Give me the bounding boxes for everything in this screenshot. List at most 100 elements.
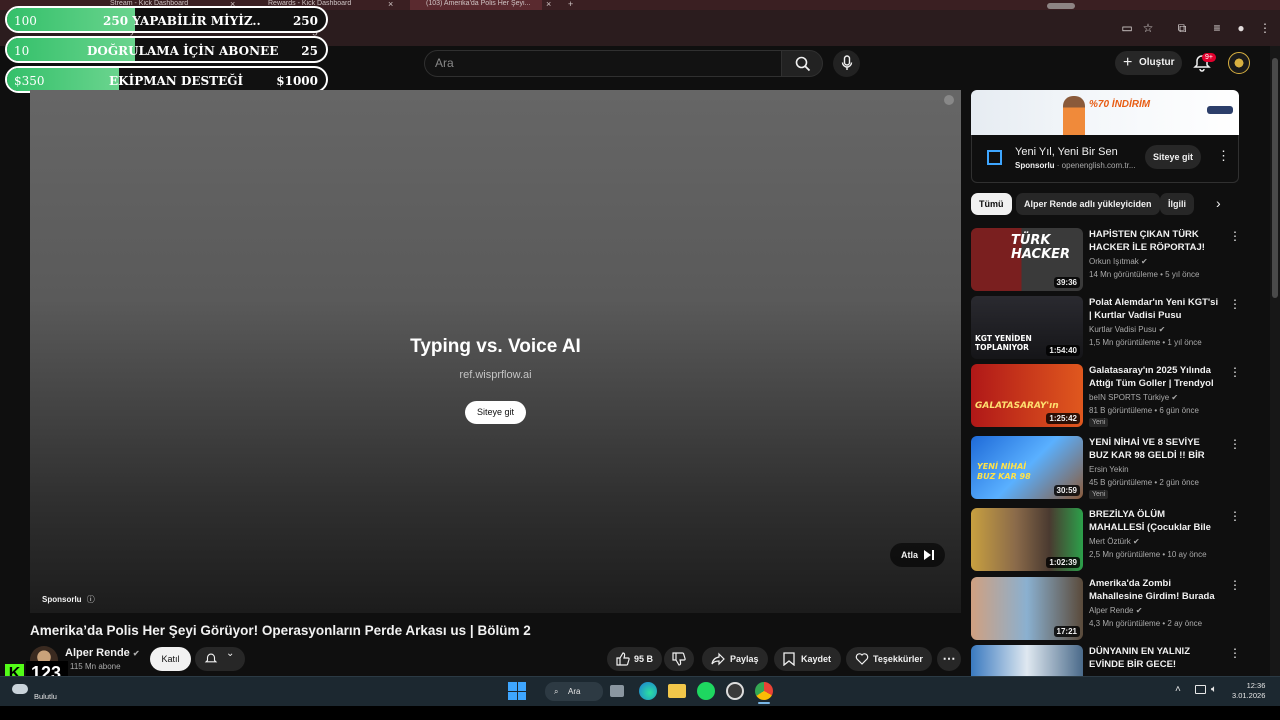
recommendation-item[interactable]: GALATASARAY'ın 1:25:42 Galatasaray'ın 20… — [971, 364, 1241, 430]
thanks-button[interactable]: Teşekkürler — [846, 647, 932, 671]
video-duration: 39:36 — [1053, 277, 1080, 288]
video-thumbnail[interactable]: TÜRK HACKER 39:36 — [971, 228, 1083, 291]
skip-ad-button[interactable]: Atla — [890, 543, 945, 567]
channel-name[interactable]: Alper Rende ✔ — [65, 647, 140, 659]
video-title[interactable]: DÜNYANIN EN YALNIZ EVİNDE BİR GECE! — [1089, 645, 1221, 671]
tab-youtube-video[interactable]: (103) Amerika'da Polis Her Şeyi... — [410, 0, 542, 10]
microphone-icon — [841, 55, 853, 70]
recommendation-item[interactable]: YENİ NİHAİ BUZ KAR 98 30:59 YENİ NİHAİ V… — [971, 436, 1241, 502]
edge-browser-icon[interactable] — [639, 682, 657, 700]
verified-icon: ✔ — [1135, 606, 1143, 615]
video-player[interactable]: Typing vs. Voice AI ref.wisprflow.ai Sit… — [30, 90, 961, 613]
chrome-icon[interactable] — [755, 682, 773, 700]
recommendation-item[interactable]: 1:02:39 BREZİLYA ÖLÜM MAHALLESİ (Çocukla… — [971, 508, 1241, 574]
recommendation-item[interactable]: 17:21 Amerika'da Zombi Mahallesine Girdi… — [971, 577, 1241, 643]
recommendation-item[interactable]: DÜNYANIN EN YALNIZ EVİNDE BİR GECE! ⋮ — [971, 645, 1239, 676]
more-vertical-icon[interactable]: ⋮ — [1229, 297, 1241, 311]
subscription-bell-button[interactable]: ⌄ — [195, 647, 245, 671]
video-thumbnail[interactable]: KGT YENİDEN TOPLANIYOR 1:54:40 — [971, 296, 1083, 359]
video-title[interactable]: Galatasaray'ın 2025 Yılında Attığı Tüm G… — [1089, 364, 1221, 391]
skip-label: Atla — [901, 550, 919, 560]
video-title: Amerika’da Polis Her Şeyi Görüyor! Opera… — [30, 623, 531, 638]
video-thumbnail[interactable] — [971, 645, 1083, 676]
bookmark-star-icon[interactable]: ☆ — [1141, 21, 1155, 35]
cast-icon[interactable]: ▭ — [1120, 21, 1134, 35]
video-title[interactable]: Amerika'da Zombi Mahallesine Girdim! Bur… — [1089, 577, 1221, 604]
tab-scroll-indicator — [1047, 3, 1075, 9]
video-title[interactable]: YENİ NİHAİ VE 8 SEVİYE BUZ KAR 98 GELDİ … — [1089, 436, 1221, 463]
ad-banner-logo — [1207, 106, 1233, 114]
video-thumbnail[interactable]: YENİ NİHAİ BUZ KAR 98 30:59 — [971, 436, 1083, 499]
file-explorer-icon[interactable] — [668, 684, 686, 698]
task-view-icon[interactable] — [610, 685, 624, 697]
chevron-up-icon[interactable]: ˄ — [1175, 684, 1181, 695]
video-thumbnail[interactable]: GALATASARAY'ın 1:25:42 — [971, 364, 1083, 427]
sidebar-ad-card[interactable]: Yeni Yıl, Yeni Bir Sen Sponsorlu · opene… — [971, 135, 1239, 183]
search-input[interactable]: Ara — [424, 50, 782, 77]
browser-menu-icon[interactable]: ⋮ — [1258, 21, 1272, 35]
thumbnail-text: KGT YENİDEN TOPLANIYOR — [975, 334, 1032, 352]
loading-spinner-icon — [944, 95, 954, 105]
channel-name[interactable]: Kurtlar Vadisi Pusu ✔ — [1089, 325, 1165, 334]
ad-headline: Typing vs. Voice AI — [410, 336, 581, 357]
tab-search-icon[interactable]: ≡ — [1210, 21, 1224, 35]
obs-icon[interactable] — [726, 682, 744, 700]
close-icon[interactable]: × — [546, 0, 551, 9]
video-meta: 1,5 Mn görüntüleme • 1 yıl önce — [1089, 338, 1202, 347]
windows-start-icon[interactable] — [508, 682, 526, 700]
thanks-heart-icon — [855, 653, 869, 665]
profile-icon[interactable]: ● — [1234, 21, 1248, 35]
video-duration: 1:54:40 — [1046, 345, 1080, 356]
scrollbar-thumb[interactable] — [1272, 58, 1278, 298]
extensions-icon[interactable]: ⧉ — [1175, 21, 1189, 35]
video-duration: 30:59 — [1053, 485, 1080, 496]
channel-name[interactable]: Mert Öztürk ✔ — [1089, 537, 1140, 546]
spotify-icon[interactable] — [697, 682, 715, 700]
share-button[interactable]: Paylaş — [702, 647, 768, 671]
more-vertical-icon[interactable]: ⋮ — [1229, 365, 1241, 379]
more-vertical-icon[interactable]: ⋮ — [1229, 509, 1241, 523]
channel-name[interactable]: Orkun Işıtmak ✔ — [1089, 257, 1148, 266]
chip-related[interactable]: İlgili — [1160, 193, 1194, 215]
video-title[interactable]: BREZİLYA ÖLÜM MAHALLESİ (Çocuklar Bile S… — [1089, 508, 1221, 535]
volume-icon[interactable]: 🔈︎ — [1211, 684, 1217, 695]
more-vertical-icon[interactable]: ⋮ — [1229, 646, 1239, 660]
voice-search-button[interactable] — [833, 50, 860, 77]
video-thumbnail[interactable]: 1:02:39 — [971, 508, 1083, 571]
video-title[interactable]: Polat Alemdar'ın Yeni KGT'si | Kurtlar V… — [1089, 296, 1221, 322]
network-icon[interactable] — [1195, 685, 1206, 694]
search-button[interactable] — [781, 50, 823, 77]
info-icon[interactable]: ⓘ — [87, 595, 95, 604]
recommendation-item[interactable]: TÜRK HACKER 39:36 HAPİSTEN ÇIKAN TÜRK HA… — [971, 228, 1241, 294]
ad-visit-site-button[interactable]: Siteye git — [465, 401, 526, 424]
account-avatar[interactable] — [1228, 52, 1250, 74]
video-title[interactable]: HAPİSTEN ÇIKAN TÜRK HACKER İLE RÖPORTAJ! — [1089, 228, 1221, 254]
ad-card-visit-button[interactable]: Siteye git — [1145, 145, 1201, 169]
more-vertical-icon[interactable]: ⋮ — [1229, 229, 1241, 243]
recommendation-item[interactable]: KGT YENİDEN TOPLANIYOR 1:54:40 Polat Ale… — [971, 296, 1241, 362]
chevron-right-icon[interactable]: › — [1216, 195, 1221, 211]
channel-name[interactable]: beIN SPORTS Türkiye ✔ — [1089, 393, 1178, 402]
chip-uploader[interactable]: Alper Rende adlı yükleyiciden — [1016, 193, 1160, 215]
close-icon[interactable]: × — [388, 0, 393, 9]
new-tab-icon[interactable]: + — [568, 0, 573, 9]
active-app-indicator — [758, 702, 770, 704]
taskbar-clock[interactable]: 12:36 3.01.2026 — [1232, 681, 1265, 701]
more-vertical-icon[interactable]: ⋮ — [1229, 437, 1241, 451]
more-vertical-icon[interactable]: ⋮ — [1217, 148, 1230, 164]
taskbar-search[interactable]: ⌕ Ara — [545, 682, 603, 701]
video-meta: 81 B görüntüleme • 6 gün önce — [1089, 406, 1199, 415]
more-actions-button[interactable]: ⋯ — [937, 647, 961, 671]
more-vertical-icon[interactable]: ⋮ — [1229, 578, 1241, 592]
create-button[interactable]: + Oluştur — [1115, 51, 1182, 75]
like-button[interactable]: 95 B — [607, 647, 662, 671]
sidebar-ad-banner[interactable]: %70 İNDİRİM — [971, 90, 1239, 135]
channel-name[interactable]: Alper Rende ✔ — [1089, 606, 1142, 615]
dislike-button[interactable] — [664, 647, 694, 671]
goal-bar-2: 10 DOĞRULAMA İÇİN ABONEE 25 — [5, 36, 328, 63]
join-button[interactable]: Katıl — [150, 647, 191, 671]
save-button[interactable]: Kaydet — [774, 647, 841, 671]
chip-all[interactable]: Tümü — [971, 193, 1012, 215]
video-thumbnail[interactable]: 17:21 — [971, 577, 1083, 640]
channel-name[interactable]: Ersin Yekin — [1089, 465, 1129, 474]
